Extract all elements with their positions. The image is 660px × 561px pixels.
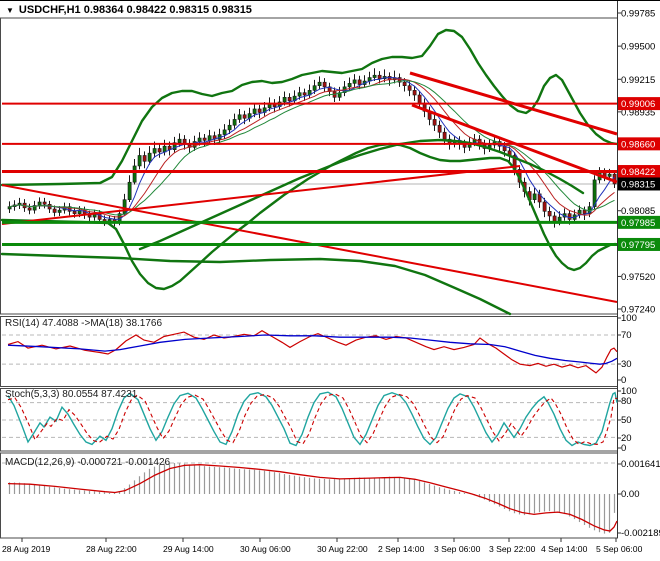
svg-text:0.97985: 0.97985: [621, 218, 655, 229]
time-label: 28 Aug 2019: [2, 544, 50, 554]
chart-window: 0.997850.995000.992150.989350.986500.983…: [0, 0, 660, 561]
svg-text:0.001641: 0.001641: [621, 459, 660, 470]
svg-text:0.97795: 0.97795: [621, 240, 655, 251]
price-tick: 0.97520: [621, 272, 655, 283]
svg-text:-0.002189: -0.002189: [621, 528, 660, 539]
price-badge-0.98422: 0.98422: [618, 165, 660, 178]
svg-text:0.98660: 0.98660: [621, 139, 655, 150]
svg-text:30: 30: [621, 359, 632, 370]
price-axis: 0.997850.995000.992150.989350.986500.983…: [618, 9, 660, 316]
rsi-indicator-label: RSI(14) 47.4088 ->MA(18) 38.1766: [5, 318, 162, 329]
stoch-indicator-label: Stoch(5,3,3) 80.0554 87.4231: [5, 389, 137, 400]
svg-text:0.00: 0.00: [621, 489, 640, 500]
macd-indicator-label: MACD(12,26,9) -0.000721 -0.001426: [5, 457, 170, 468]
chart-title-row: ▼ USDCHF,H1 0.98364 0.98422 0.98315 0.98…: [6, 4, 252, 16]
svg-text:50: 50: [621, 415, 632, 426]
price-badge-0.98660: 0.98660: [618, 137, 660, 150]
price-tick: 0.99785: [621, 9, 655, 20]
svg-text:0: 0: [621, 375, 626, 386]
time-axis: 28 Aug 2019 28 Aug 22:00 29 Aug 14:00 30 Au…: [2, 538, 643, 554]
price-badge-0.99006: 0.99006: [618, 97, 660, 110]
time-label: 30 Aug 22:00: [317, 544, 368, 554]
svg-text:80: 80: [621, 396, 632, 407]
chart-canvas: 0.997850.995000.992150.989350.986500.983…: [0, 1, 660, 561]
price-badge-0.98315: 0.98315: [618, 177, 660, 190]
svg-text:70: 70: [621, 330, 632, 341]
chart-title: USDCHF,H1 0.98364 0.98422 0.98315 0.9831…: [19, 4, 252, 16]
time-label: 2 Sep 14:00: [378, 544, 425, 554]
svg-text:100: 100: [621, 313, 637, 324]
time-label: 29 Aug 14:00: [163, 544, 214, 554]
price-badge-0.97795: 0.97795: [618, 238, 660, 251]
svg-text:0: 0: [621, 443, 626, 454]
symbol-marker-icon: ▼: [6, 6, 14, 15]
price-badge-0.97985: 0.97985: [618, 216, 660, 229]
time-label: 4 Sep 14:00: [541, 544, 588, 554]
time-label: 5 Sep 06:00: [596, 544, 643, 554]
svg-text:0.99006: 0.99006: [621, 99, 655, 110]
svg-text:0.98422: 0.98422: [621, 167, 655, 178]
svg-text:0.98315: 0.98315: [621, 179, 655, 190]
price-tick: 0.99215: [621, 75, 655, 86]
time-label: 30 Aug 06:00: [240, 544, 291, 554]
time-label: 3 Sep 06:00: [434, 544, 481, 554]
price-tick: 0.98085: [621, 206, 655, 217]
time-label: 28 Aug 22:00: [86, 544, 137, 554]
time-label: 3 Sep 22:00: [489, 544, 536, 554]
price-tick: 0.99500: [621, 42, 655, 53]
